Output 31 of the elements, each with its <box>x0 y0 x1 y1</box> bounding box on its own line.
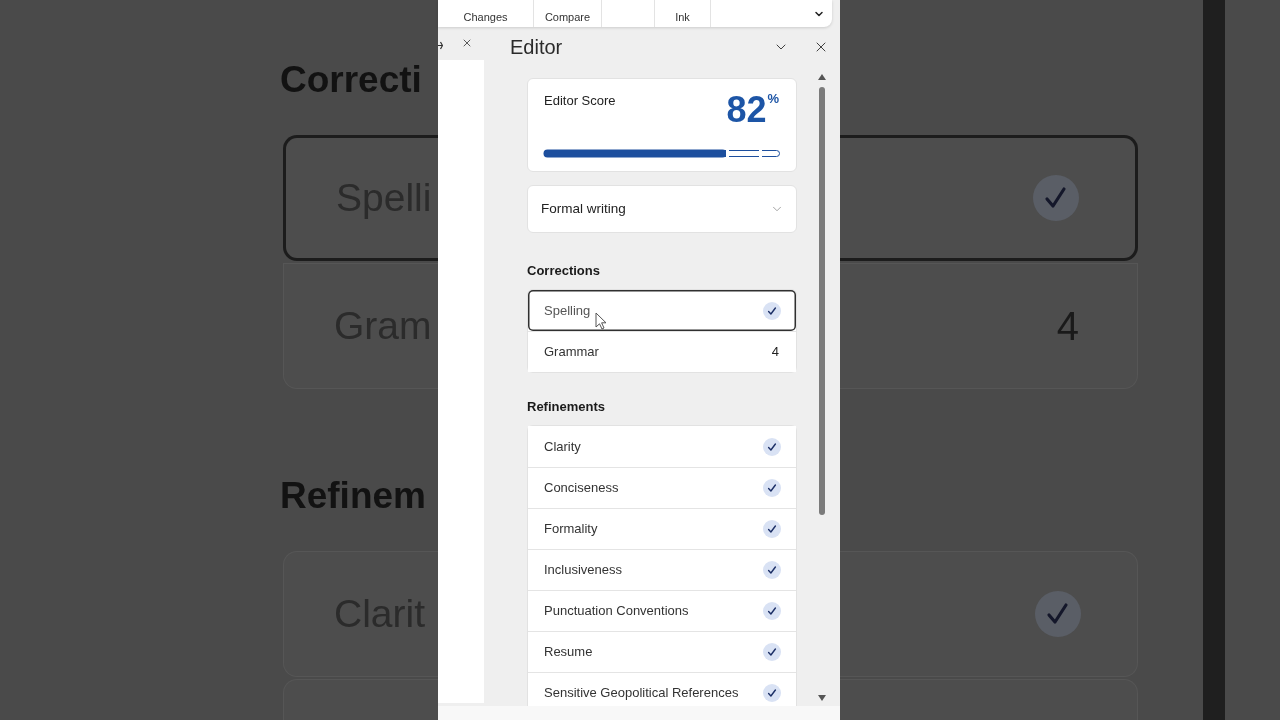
category-item[interactable]: Spelling <box>528 290 796 331</box>
check-icon <box>763 437 781 456</box>
check-icon <box>763 684 781 702</box>
scrollbar-thumb[interactable] <box>819 87 825 515</box>
backdrop-heading: Refinem <box>280 474 427 518</box>
scroll-down-arrow-icon[interactable] <box>818 695 826 701</box>
close-icon[interactable] <box>461 37 473 49</box>
mouse-pointer-icon <box>595 312 607 330</box>
score-unit: % <box>767 92 779 106</box>
ribbon-group[interactable]: Compare <box>534 0 602 27</box>
check-icon <box>763 479 781 497</box>
score-label: Editor Score <box>544 92 616 110</box>
arrows-icon[interactable] <box>438 41 443 50</box>
section-heading: Corrections <box>527 263 601 279</box>
check-icon <box>763 602 781 620</box>
writing-style-dropdown[interactable]: Formal writing <box>527 185 797 233</box>
section-heading: Refinements <box>527 399 607 415</box>
issue-count: 4 <box>771 343 780 362</box>
category-item[interactable]: Grammar 4 <box>528 331 796 372</box>
check-icon <box>763 561 781 579</box>
score-value: 82 <box>726 91 767 129</box>
pane-title: Editor <box>510 34 564 60</box>
ribbon-group[interactable]: Changes <box>438 0 534 27</box>
check-icon <box>1035 591 1081 637</box>
ribbon-group[interactable]: Ink <box>655 0 711 27</box>
check-icon <box>1033 175 1079 221</box>
check-icon <box>763 643 781 661</box>
backdrop-heading: Correcti <box>280 58 423 102</box>
check-icon <box>763 520 781 538</box>
check-icon <box>763 301 781 320</box>
scroll-up-arrow-icon[interactable] <box>818 74 826 80</box>
